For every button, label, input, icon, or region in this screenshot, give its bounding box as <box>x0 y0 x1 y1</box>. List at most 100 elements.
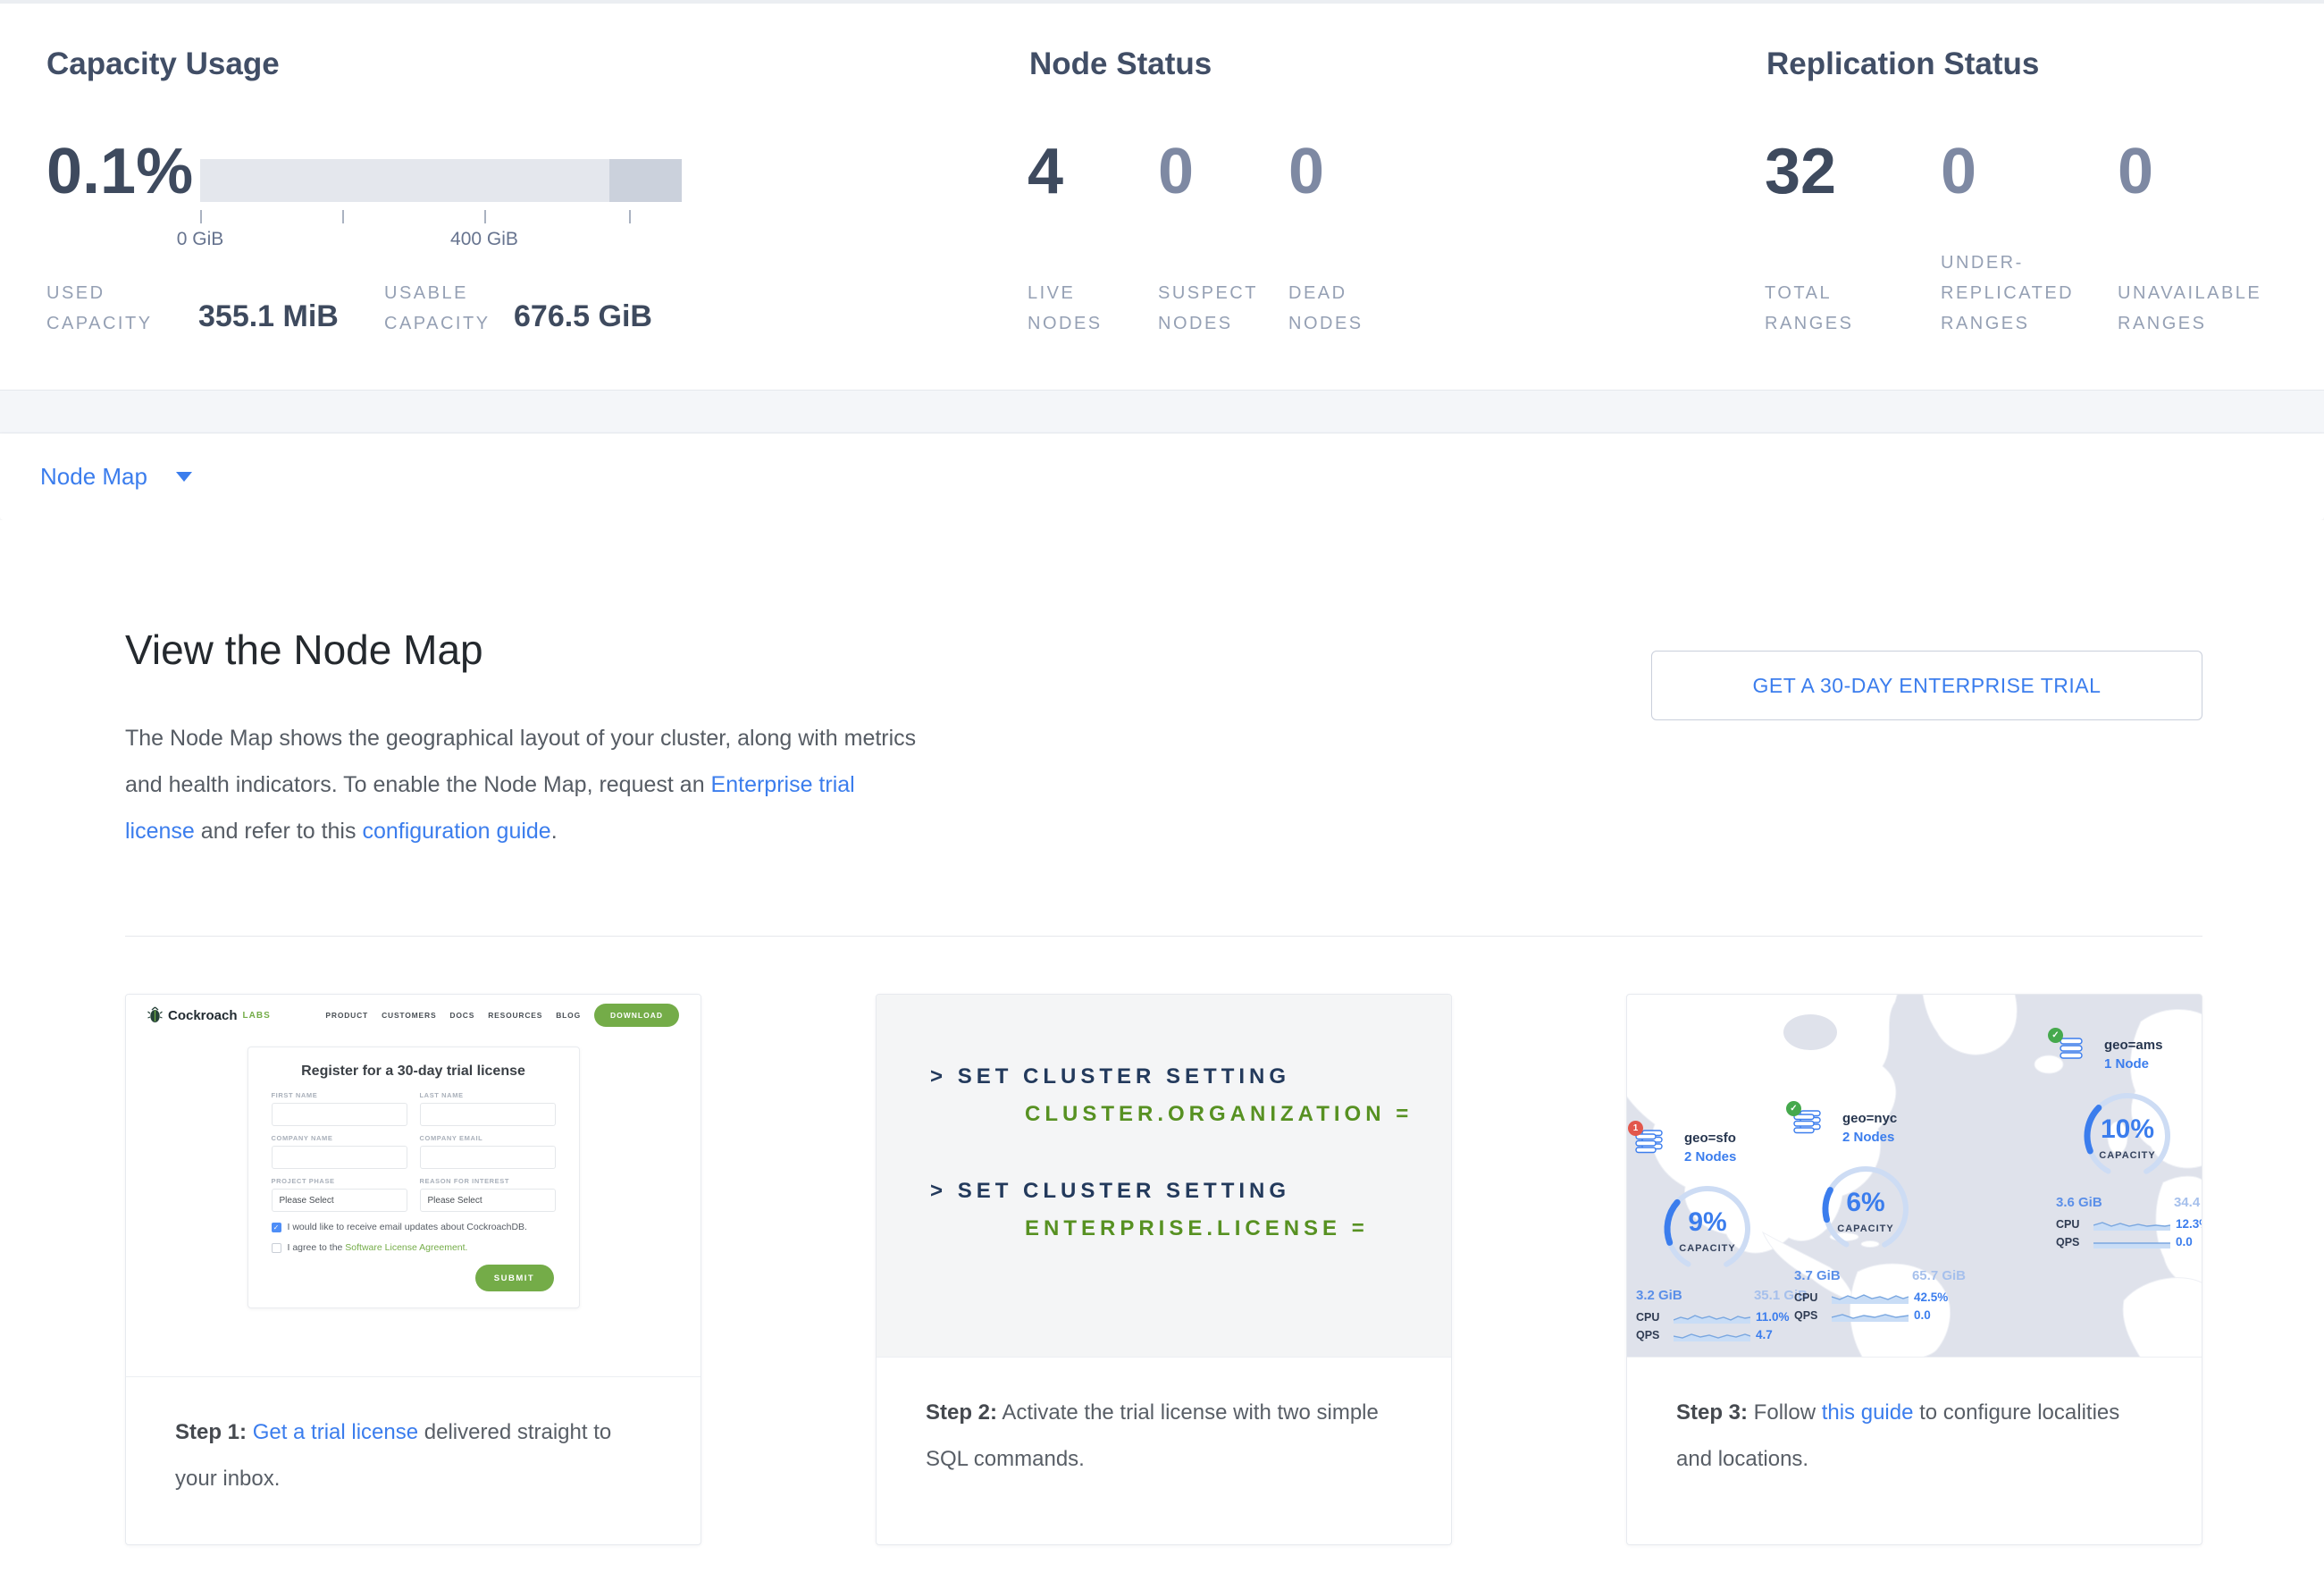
mini-text-input <box>272 1146 407 1169</box>
live-nodes-value: 4 <box>1028 139 1063 204</box>
mini-field-label: PROJECT PHASE <box>272 1177 407 1185</box>
steps-card-row: Cockroach LABS PRODUCT CUSTOMERS DOCS RE… <box>125 994 2202 1545</box>
mini-field-label: FIRST NAME <box>272 1091 407 1099</box>
axis-tick <box>200 210 202 223</box>
sql-argument: ENTERPRISE.LICENSE = <box>1025 1216 1451 1241</box>
step3-label: Step 3: <box>1676 1400 1748 1425</box>
capacity-percent-value: 10% <box>2076 1114 2179 1145</box>
mini-form-title: Register for a 30-day trial license <box>272 1064 556 1080</box>
dead-nodes-label: DEAD NODES <box>1288 278 1409 339</box>
axis-tick <box>629 210 631 223</box>
capacity-ring-label: CAPACITY <box>1814 1223 1917 1234</box>
page-title: View the Node Map <box>125 626 483 674</box>
mini-checkbox-label: I agree to the Software License Agreemen… <box>288 1242 468 1253</box>
replication-status-title: Replication Status <box>1766 46 2039 82</box>
qps-value: 4.7 <box>1756 1328 1773 1341</box>
mini-site-nav: PRODUCT CUSTOMERS DOCS RESOURCES BLOG DO… <box>325 1004 679 1027</box>
mini-field-label: REASON FOR INTEREST <box>420 1177 556 1185</box>
mini-nav-item: DOCS <box>449 1011 474 1020</box>
capacity-usage-title: Capacity Usage <box>46 46 280 82</box>
qps-sparkline <box>1674 1329 1750 1341</box>
enterprise-trial-button[interactable]: GET A 30-DAY ENTERPRISE TRIAL <box>1651 651 2202 720</box>
capacity-ring-label: CAPACITY <box>1656 1243 1759 1254</box>
node-map-placeholder-section: View the Node Map The Node Map shows the… <box>0 520 2324 1584</box>
qps-sparkline <box>2093 1236 2170 1248</box>
node-stack-icon: ✓ <box>2054 1036 2093 1064</box>
node-status-title: Node Status <box>1029 46 1212 82</box>
locality-name: geo=sfo <box>1684 1129 1736 1148</box>
intro-paragraph: The Node Map shows the geographical layo… <box>125 715 920 854</box>
cpu-value: 11.0% <box>1756 1310 1790 1324</box>
used-gib-value: 3.2 GiB <box>1636 1288 1682 1303</box>
axis-tick-label: 0 GiB <box>177 229 224 250</box>
unavailable-ranges-value: 0 <box>2118 139 2153 204</box>
sql-commands-panel: > SET CLUSTER SETTING CLUSTER.ORGANIZATI… <box>877 995 1451 1358</box>
cpu-sparkline <box>1832 1291 1909 1304</box>
sql-command-line: > SET CLUSTER SETTING <box>930 1179 1451 1204</box>
view-selector-bar: Node Map <box>0 433 2324 520</box>
sql-prompt: > <box>930 1179 947 1203</box>
cpu-label: CPU <box>1636 1311 1668 1324</box>
mini-site-header: Cockroach LABS PRODUCT CUSTOMERS DOCS RE… <box>126 995 701 1036</box>
brand-suffix: LABS <box>243 1011 271 1021</box>
under-replicated-ranges-value: 0 <box>1941 139 1976 204</box>
mini-checkbox-text: I agree to the <box>288 1242 346 1253</box>
configuration-guide-link[interactable]: configuration guide <box>362 819 550 844</box>
suspect-nodes-label: SUSPECT NODES <box>1158 278 1279 339</box>
checkbox-checked-icon: ✓ <box>272 1223 281 1232</box>
locality-node-count: 2 Nodes <box>1684 1148 1736 1166</box>
capacity-ring: 6% CAPACITY <box>1814 1157 1917 1261</box>
capacity-axis: 0 GiB 400 GiB <box>200 210 682 264</box>
qps-label: QPS <box>1794 1309 1826 1322</box>
locality-node-count: 1 Node <box>2104 1055 2162 1073</box>
node-map-selector[interactable]: Node Map <box>40 463 147 491</box>
cluster-summary-bar: Capacity Usage Node Status Replication S… <box>0 0 2324 391</box>
capacity-ring: 9% CAPACITY <box>1656 1177 1759 1281</box>
mini-form-fields: FIRST NAME LAST NAME COMPANY NAME COMPAN… <box>272 1091 556 1212</box>
ok-check-badge: ✓ <box>1786 1101 1801 1116</box>
get-trial-license-link[interactable]: Get a trial license <box>253 1420 418 1444</box>
intro-text: . <box>551 819 558 844</box>
node-stack-icon: ✓ <box>1792 1109 1832 1138</box>
mini-checkbox-label: I would like to receive email updates ab… <box>288 1222 527 1232</box>
step2-label: Step 2: <box>926 1400 997 1425</box>
cpu-label: CPU <box>1794 1291 1826 1304</box>
cpu-sparkline <box>1674 1311 1750 1324</box>
cockroach-bug-icon <box>147 1006 163 1024</box>
usable-capacity-value: 676.5 GiB <box>514 299 652 334</box>
step1-card: Cockroach LABS PRODUCT CUSTOMERS DOCS RE… <box>125 994 701 1545</box>
total-ranges-label: TOTAL RANGES <box>1765 278 1899 339</box>
sql-command: SET CLUSTER SETTING <box>958 1064 1290 1089</box>
used-gib-value: 3.6 GiB <box>2056 1195 2102 1210</box>
qps-value: 0.0 <box>1914 1308 1931 1322</box>
sql-command: SET CLUSTER SETTING <box>958 1179 1290 1203</box>
ok-check-badge: ✓ <box>2048 1028 2063 1043</box>
this-guide-link[interactable]: this guide <box>1822 1400 1914 1425</box>
total-gib-value: 65.7 GiB <box>1912 1268 1966 1283</box>
total-gib-value: 34.4 GiB <box>2174 1195 2202 1210</box>
cockroach-labs-logo: Cockroach LABS <box>147 1006 271 1024</box>
mini-field-label: COMPANY EMAIL <box>420 1134 556 1142</box>
dead-nodes-value: 0 <box>1288 139 1324 204</box>
live-nodes-label: LIVE NODES <box>1028 278 1148 339</box>
section-divider <box>125 936 2202 937</box>
qps-label: QPS <box>2056 1236 2088 1248</box>
total-ranges-value: 32 <box>1765 139 1836 204</box>
mini-select: Please Select <box>272 1189 407 1212</box>
chevron-down-icon[interactable] <box>176 472 192 482</box>
axis-tick <box>484 210 486 223</box>
mini-select: Please Select <box>420 1189 556 1212</box>
node-stack-icon: 1 <box>1634 1129 1674 1157</box>
unavailable-ranges-label: UNAVAILABLE RANGES <box>2118 278 2301 339</box>
mini-nav-item: PRODUCT <box>325 1011 368 1020</box>
mini-text-input <box>420 1103 556 1126</box>
background-strip <box>0 391 2324 433</box>
sql-argument: CLUSTER.ORGANIZATION = <box>1025 1102 1451 1127</box>
capacity-percent: 0.1% <box>46 139 193 204</box>
checkbox-unchecked-icon <box>272 1243 281 1253</box>
sql-prompt: > <box>930 1064 947 1089</box>
cpu-label: CPU <box>2056 1218 2088 1231</box>
mini-text-input <box>272 1103 407 1126</box>
capacity-usage-bar <box>200 159 682 202</box>
qps-sparkline <box>1832 1309 1909 1322</box>
